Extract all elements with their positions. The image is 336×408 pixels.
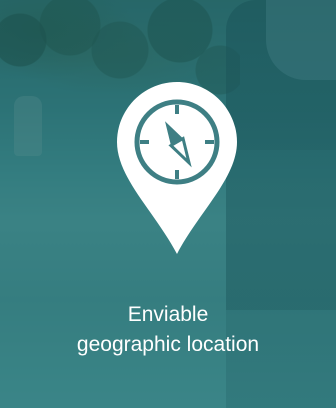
feature-caption: Enviable geographic location [0, 300, 336, 360]
caption-line-2: geographic location [76, 333, 260, 356]
caption-line-1: Enviable [127, 303, 209, 326]
compass-location-pin-icon [117, 82, 237, 254]
feature-card: Enviable geographic location [0, 0, 336, 408]
